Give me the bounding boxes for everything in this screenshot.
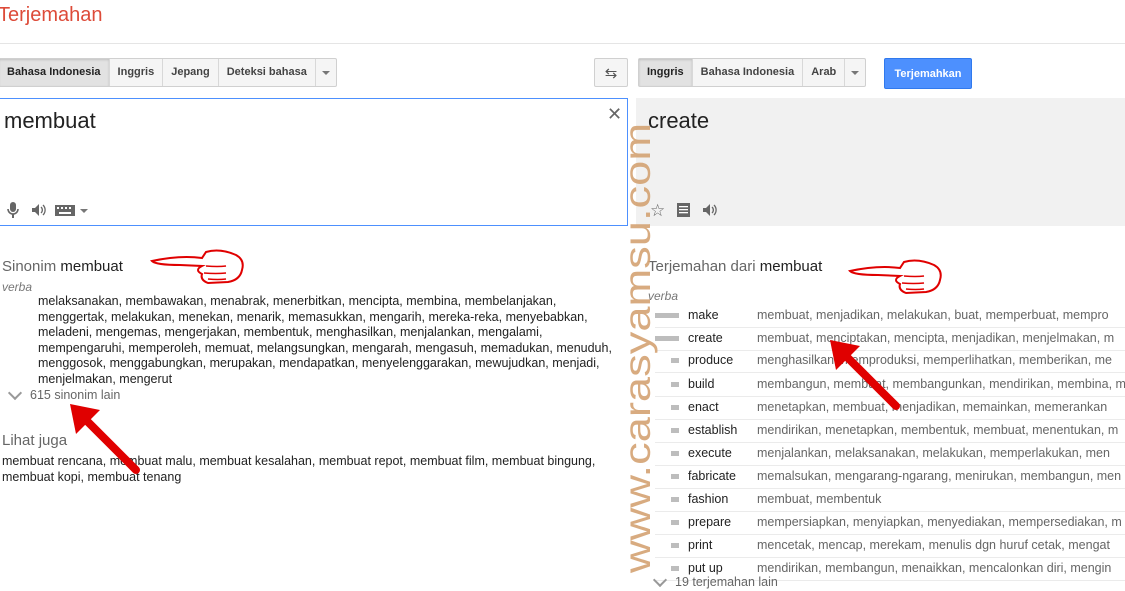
synonyms-heading: Sinonim membuat: [2, 258, 123, 275]
watermark: www.carasyamsu.com: [618, 123, 658, 574]
source-lang-indonesian[interactable]: Bahasa Indonesia: [0, 59, 110, 86]
translations-heading-label: Terjemahan dari: [648, 258, 756, 275]
more-translations-link[interactable]: 19 terjemahan lain: [652, 572, 778, 589]
frequency-bar: [671, 474, 679, 479]
frequency-bar: [671, 566, 679, 571]
translation-word: execute: [688, 446, 732, 460]
keyboard-dropdown-icon[interactable]: [80, 209, 88, 213]
pointing-hand-icon: [150, 249, 244, 285]
speaker-icon[interactable]: [31, 203, 47, 217]
translations-heading-word: membuat: [759, 258, 823, 275]
translation-word: create: [688, 331, 723, 345]
synonyms-heading-word: membuat: [60, 258, 123, 275]
translation-word: fabricate: [688, 469, 736, 483]
chevron-down-icon: [7, 385, 23, 400]
app-title: Terjemahan: [0, 4, 103, 26]
synonyms-heading-label: Sinonim: [2, 258, 57, 275]
translation-word: enact: [688, 400, 719, 414]
frequency-bar: [671, 358, 679, 363]
reverse-translations: mendirikan, membangun, menaikkan, mencal…: [757, 561, 1112, 575]
source-lang-japanese[interactable]: Jepang: [163, 59, 219, 86]
translate-button[interactable]: Terjemahkan: [884, 58, 972, 89]
translation-row[interactable]: prepare mempersiapkan, menyiapkan, menyed…: [655, 511, 1125, 535]
target-language-bar: Inggris Bahasa Indonesia Arab: [638, 58, 867, 87]
frequency-bar: [671, 497, 679, 502]
frequency-bar: [671, 382, 679, 387]
reverse-translations: menghasilkan, memproduksi, memperlihatka…: [757, 353, 1113, 367]
reverse-translations: memalsukan, mengarang-ngarang, menirukan…: [757, 469, 1122, 483]
red-arrow-icon: [830, 340, 900, 410]
translation-row[interactable]: fashion membuat, membentuk: [655, 488, 1125, 512]
target-lang-dropdown[interactable]: [845, 59, 865, 86]
translation-word: prepare: [688, 515, 732, 529]
reverse-translations: membuat, membentuk: [757, 492, 882, 506]
synonyms-list: melaksanakan, membawakan, menabrak, mene…: [38, 294, 612, 386]
reverse-translations: membangun, membuat, membangunkan, mendir…: [757, 377, 1125, 391]
red-arrow-icon: [70, 404, 140, 474]
reverse-translations: mempersiapkan, menyiapkan, menyediakan, …: [757, 515, 1122, 529]
translation-word: fashion: [688, 492, 729, 506]
frequency-bar: [671, 405, 679, 410]
reverse-translations: membuat, menjadikan, melakukan, buat, me…: [757, 308, 1109, 322]
translation-row[interactable]: establish mendirikan, menetapkan, membent…: [655, 419, 1125, 443]
target-lang-arabic[interactable]: Arab: [803, 59, 846, 86]
source-lang-dropdown[interactable]: [316, 59, 336, 86]
more-translations-label: 19 terjemahan lain: [675, 575, 778, 589]
translations-heading: Terjemahan dari membuat: [648, 258, 822, 275]
target-lang-indonesian[interactable]: Bahasa Indonesia: [693, 59, 804, 86]
source-text: membuat: [4, 108, 96, 133]
translation-word: produce: [688, 353, 734, 367]
translation-row[interactable]: print mencetak, mencap, merekam, menulis …: [655, 534, 1125, 558]
list-icon[interactable]: [677, 203, 690, 217]
translation-word: print: [688, 538, 713, 552]
chevron-down-icon: [851, 70, 860, 75]
microphone-icon[interactable]: [6, 201, 20, 219]
header-divider: [0, 43, 1125, 44]
translation-row[interactable]: make membuat, menjadikan, melakukan, buat…: [655, 304, 1125, 328]
swap-icon: ⇆: [604, 64, 618, 82]
source-lang-detect[interactable]: Deteksi bahasa: [219, 59, 316, 86]
translation-row[interactable]: fabricate memalsukan, mengarang-ngarang, …: [655, 465, 1125, 489]
translation-row[interactable]: execute menjalankan, melaksanakan, melaku…: [655, 442, 1125, 466]
frequency-bar: [655, 313, 679, 318]
target-lang-english[interactable]: Inggris: [639, 59, 693, 86]
frequency-bar: [655, 336, 679, 341]
source-lang-english[interactable]: Inggris: [110, 59, 164, 86]
swap-languages-button[interactable]: ⇆: [594, 58, 628, 87]
frequency-bar: [671, 451, 679, 456]
keyboard-icon[interactable]: [55, 205, 75, 216]
frequency-bar: [671, 428, 679, 433]
pointing-hand-icon: [848, 259, 942, 295]
frequency-bar: [671, 520, 679, 525]
chevron-down-icon: [321, 70, 330, 75]
reverse-translations: membuat, menciptakan, mencipta, menjadik…: [757, 331, 1115, 345]
translation-word: build: [688, 377, 715, 391]
reverse-translations: mendirikan, menetapkan, membentuk, membu…: [757, 423, 1119, 437]
speaker-icon[interactable]: [702, 203, 718, 217]
source-language-bar: Bahasa Indonesia Inggris Jepang Deteksi …: [0, 58, 337, 87]
see-also-heading: Lihat juga: [2, 432, 68, 449]
translation-word: put up: [688, 561, 723, 575]
reverse-translations: mencetak, mencap, merekam, menulis dgn h…: [757, 538, 1110, 552]
reverse-translations: menetapkan, membuat, menjadikan, memaink…: [757, 400, 1108, 414]
translation-word: establish: [688, 423, 738, 437]
translation-word: make: [688, 308, 719, 322]
reverse-translations: menjalankan, melaksanakan, melakukan, me…: [757, 446, 1110, 460]
frequency-bar: [671, 543, 679, 548]
synonyms-part-of-speech: verba: [2, 280, 33, 294]
watermark-text: www.carasyamsu.com: [618, 123, 658, 574]
